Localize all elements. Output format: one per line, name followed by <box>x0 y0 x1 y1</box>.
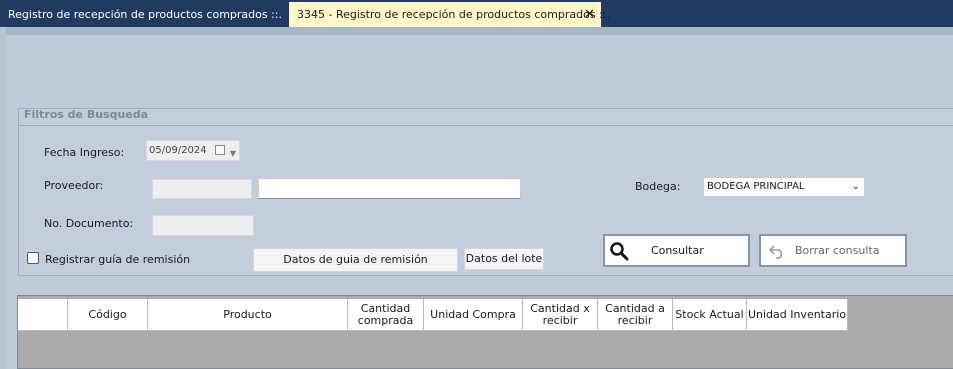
fecha-ingreso-date-picker[interactable]: 05/09/2024 ▼ <box>146 140 240 161</box>
proveedor-code-field <box>152 179 252 199</box>
column-header-codigo[interactable]: Código <box>68 299 148 331</box>
products-grid[interactable]: Código Producto Cantidad comprada Unidad… <box>17 295 953 369</box>
column-header-producto[interactable]: Producto <box>148 299 348 331</box>
documento-field <box>152 215 254 236</box>
datos-guia-remision-button[interactable]: Datos de guia de remisión <box>253 248 458 272</box>
main-panel: Filtros de Busqueda Fecha Ingreso: 05/09… <box>6 27 953 369</box>
divider <box>19 125 953 126</box>
column-header-unidad-inventario[interactable]: Unidad Inventario <box>747 299 848 331</box>
registrar-guia-label: Registrar guía de remisión <box>45 253 191 266</box>
fecha-ingreso-value: 05/09/2024 <box>149 145 207 156</box>
calendar-icon[interactable] <box>215 145 225 155</box>
column-header-cantidad-a-recibir[interactable]: Cantidad a recibir <box>598 299 673 331</box>
consultar-label: Consultar <box>651 244 704 257</box>
column-header-unidad-compra[interactable]: Unidad Compra <box>424 299 523 331</box>
tab-label: 3345 - Registro de recepción de producto… <box>297 8 610 21</box>
column-header-stock-actual[interactable]: Stock Actual <box>673 299 747 331</box>
tab-3345-registro-recepcion[interactable]: 3345 - Registro de recepción de producto… <box>289 2 610 27</box>
column-header-cantidad-comprada[interactable]: Cantidad comprada <box>348 299 424 331</box>
documento-label: No. Documento: <box>44 217 134 230</box>
tab-strip: Registro de recepción de productos compr… <box>0 0 953 27</box>
borrar-consulta-label: Borrar consulta <box>795 244 880 257</box>
fecha-ingreso-label: Fecha Ingreso: <box>44 146 125 159</box>
undo-icon <box>768 245 783 259</box>
datos-lote-button[interactable]: Datos del lote <box>464 248 544 270</box>
bodega-selected-value: BODEGA PRINCIPAL <box>707 181 805 192</box>
consultar-button[interactable]: Consultar <box>603 234 750 267</box>
proveedor-label: Proveedor: <box>44 179 104 192</box>
bodega-label: Bodega: <box>635 180 681 193</box>
panel-top-border <box>6 27 953 35</box>
proveedor-name-field[interactable] <box>258 178 521 199</box>
chevron-down-icon: ⌄ <box>851 181 860 192</box>
bodega-select[interactable]: BODEGA PRINCIPAL ⌄ <box>703 177 865 197</box>
tab-registro-recepcion[interactable]: Registro de recepción de productos compr… <box>0 2 285 27</box>
filters-title: Filtros de Busqueda <box>24 108 149 121</box>
close-icon[interactable]: ✕ <box>584 2 595 27</box>
registrar-guia-checkbox[interactable] <box>27 252 39 264</box>
column-header-cantidad-x-recibir[interactable]: Cantidad x recibir <box>523 299 598 331</box>
search-icon <box>610 242 629 261</box>
datos-lote-label: Datos del lote <box>465 252 543 265</box>
datos-guia-remision-label: Datos de guia de remisión <box>283 253 428 266</box>
tab-label: Registro de recepción de productos compr… <box>8 8 283 21</box>
chevron-down-icon[interactable]: ▼ <box>230 144 236 163</box>
grid-header: Código Producto Cantidad comprada Unidad… <box>18 299 848 331</box>
column-header-selector[interactable] <box>18 299 68 331</box>
borrar-consulta-button[interactable]: Borrar consulta <box>759 234 907 267</box>
